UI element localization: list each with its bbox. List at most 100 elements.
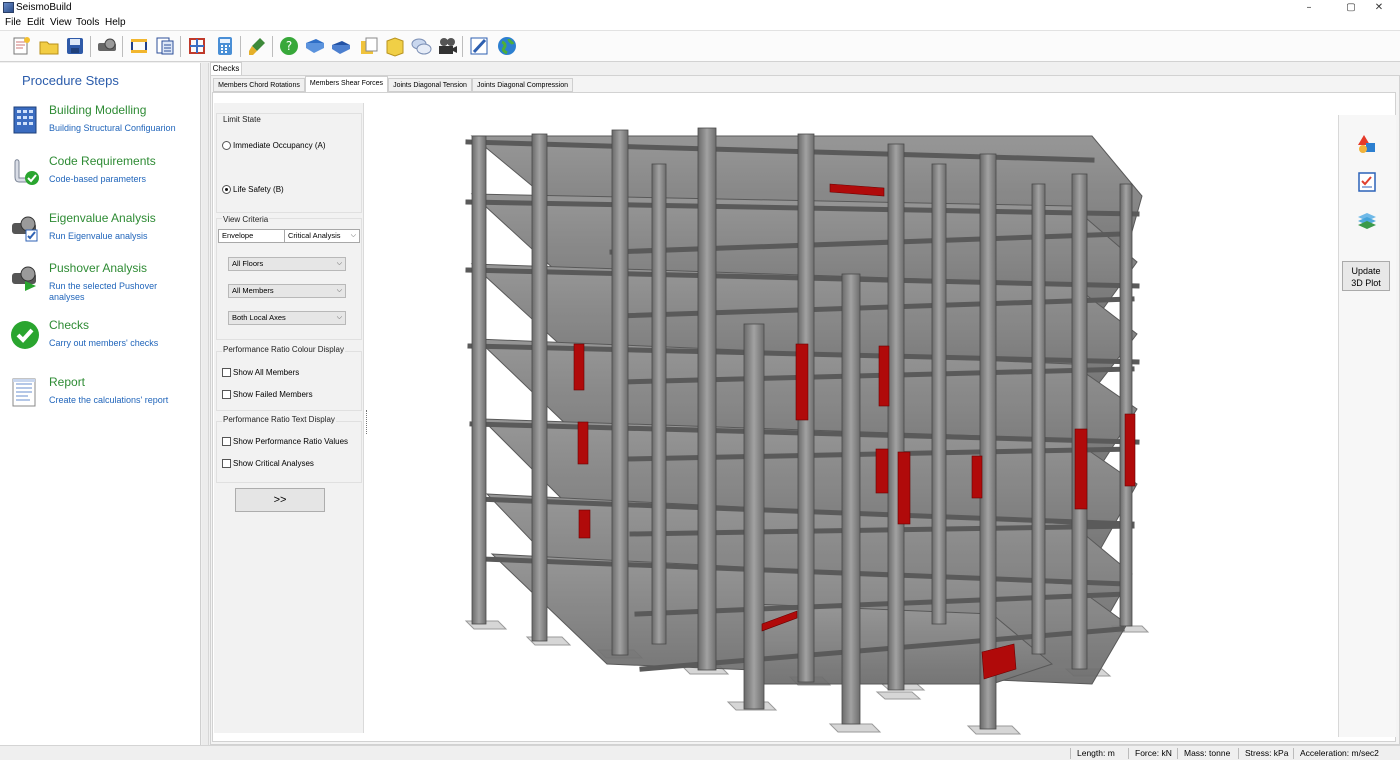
film-icon[interactable] — [436, 35, 458, 57]
analysis-select[interactable]: Critical Analysis ⌵ — [284, 229, 360, 243]
members-value: All Members — [232, 286, 274, 295]
tab-joints-diagonal-tension[interactable]: Joints Diagonal Tension — [388, 78, 472, 92]
step-code-requirements[interactable]: Code Requirements Code-based parameters — [0, 154, 200, 204]
step-subtitle[interactable]: Building Structural Configuarion — [49, 123, 189, 134]
tab-checks[interactable]: Checks — [210, 62, 242, 75]
edit-icon[interactable] — [468, 35, 490, 57]
import-icon[interactable] — [154, 35, 176, 57]
checkbox-show-ratio-values[interactable]: Show Performance Ratio Values — [222, 437, 348, 446]
settings-icon[interactable] — [96, 35, 118, 57]
checkbox-show-critical-analyses[interactable]: Show Critical Analyses — [222, 459, 314, 468]
toolbar-separator — [122, 36, 123, 57]
axes-select[interactable]: Both Local Axes ⌵ — [228, 311, 346, 325]
panel-splitter-handle[interactable] — [366, 410, 369, 434]
step-title: Code Requirements — [49, 154, 156, 168]
checkbox[interactable] — [222, 390, 231, 399]
radio-label: Immediate Occupancy (A) — [233, 141, 326, 150]
step-report[interactable]: Report Create the calculations' report — [0, 375, 200, 425]
menu-edit[interactable]: Edit — [27, 17, 44, 28]
open-folder-icon[interactable] — [38, 35, 60, 57]
brush-icon[interactable] — [246, 35, 268, 57]
ratio-colour-label: Performance Ratio Colour Display — [222, 345, 345, 354]
status-separator — [1293, 748, 1294, 759]
chevron-down-icon: ⌵ — [350, 232, 356, 239]
toolbar-separator — [180, 36, 181, 57]
apply-button[interactable]: >> — [235, 488, 325, 512]
status-length: Length: m — [1077, 748, 1115, 758]
tab-members-chord-rotations[interactable]: Members Chord Rotations — [213, 78, 305, 92]
chat-icon[interactable] — [410, 35, 432, 57]
window-title: SeismoBuild — [16, 2, 72, 13]
status-separator — [1070, 748, 1071, 759]
step-title: Eigenvalue Analysis — [49, 211, 156, 225]
save-icon[interactable] — [64, 35, 86, 57]
step-subtitle[interactable]: Run Eigenvalue analysis — [49, 231, 189, 242]
help-icon[interactable]: ? — [278, 35, 300, 57]
3d-plot-label: 3D Plot — [1351, 278, 1381, 288]
view-criteria-label: View Criteria — [222, 215, 270, 224]
building-icon — [10, 105, 40, 135]
tab-joints-diagonal-compression[interactable]: Joints Diagonal Compression — [472, 78, 573, 92]
limit-state-label: Limit State — [222, 115, 262, 124]
step-title: Building Modelling — [49, 103, 147, 117]
3d-plot-viewport[interactable] — [372, 124, 1336, 736]
plot-tools-panel: Update 3D Plot — [1338, 115, 1396, 737]
floors-select[interactable]: All Floors ⌵ — [228, 257, 346, 271]
checkbox-label: Show All Members — [233, 368, 300, 377]
manual-icon[interactable] — [304, 35, 326, 57]
checkbox[interactable] — [222, 459, 231, 468]
building-icon[interactable] — [128, 35, 150, 57]
title-bar: SeismoBuild – ▢ ✕ — [0, 0, 1400, 16]
checkbox-label: Show Failed Members — [233, 390, 313, 399]
update-3d-plot-button[interactable]: Update 3D Plot — [1342, 261, 1390, 291]
fence-icon[interactable] — [186, 35, 208, 57]
step-subtitle[interactable]: Carry out members' checks — [49, 338, 189, 349]
checklist-icon[interactable] — [1356, 171, 1378, 193]
sidebar-splitter[interactable] — [202, 63, 209, 745]
checkbox-show-failed-members[interactable]: Show Failed Members — [222, 390, 313, 399]
toolbar-separator — [240, 36, 241, 57]
pushover-analysis-icon — [10, 263, 40, 293]
status-separator — [1238, 748, 1239, 759]
folder-icon[interactable] — [384, 35, 406, 57]
procedure-steps-panel: Procedure Steps Building Modelling Build… — [0, 63, 201, 745]
radio-life-safety[interactable]: Life Safety (B) — [222, 185, 284, 194]
layers-icon[interactable] — [1356, 209, 1378, 231]
new-project-icon[interactable] — [10, 35, 32, 57]
chevron-down-icon: ⌵ — [336, 260, 342, 267]
ratio-text-group — [216, 421, 362, 483]
menu-tools[interactable]: Tools — [76, 17, 99, 28]
radio-button[interactable] — [222, 141, 231, 150]
menu-file[interactable]: File — [5, 17, 21, 28]
step-checks[interactable]: Checks Carry out members' checks — [0, 318, 200, 368]
menu-help[interactable]: Help — [105, 17, 126, 28]
step-building-modelling[interactable]: Building Modelling Building Structural C… — [0, 103, 200, 153]
step-subtitle[interactable]: Create the calculations' report — [49, 395, 189, 406]
step-eigenvalue-analysis[interactable]: Eigenvalue Analysis Run Eigenvalue analy… — [0, 211, 200, 261]
envelope-select[interactable]: Envelope — [218, 229, 285, 243]
notes-icon[interactable] — [358, 35, 380, 57]
close-icon[interactable]: ✕ — [1356, 0, 1400, 16]
chevron-down-icon: ⌵ — [336, 287, 342, 294]
shapes-icon[interactable] — [1356, 133, 1378, 155]
checkbox-show-all-members[interactable]: Show All Members — [222, 368, 299, 377]
radio-button-selected[interactable] — [222, 185, 231, 194]
checkbox[interactable] — [222, 437, 231, 446]
globe-icon[interactable] — [496, 35, 518, 57]
checkbox-label: Show Performance Ratio Values — [233, 437, 349, 446]
status-mass: Mass: tonne — [1184, 748, 1231, 758]
step-pushover-analysis[interactable]: Pushover Analysis Run the selected Pusho… — [0, 261, 200, 311]
book-icon[interactable] — [330, 35, 352, 57]
calculator-icon[interactable] — [214, 35, 236, 57]
step-title: Checks — [49, 318, 90, 332]
toolbar-separator — [90, 36, 91, 57]
members-select[interactable]: All Members ⌵ — [228, 284, 346, 298]
toolbar-separator — [272, 36, 273, 57]
menu-view[interactable]: View — [50, 17, 72, 28]
step-subtitle[interactable]: Code-based parameters — [49, 174, 189, 185]
step-subtitle[interactable]: Run the selected Pushover analyses — [49, 281, 189, 303]
minimize-icon[interactable]: – — [1286, 0, 1332, 16]
tab-members-shear-forces[interactable]: Members Shear Forces — [305, 76, 388, 92]
radio-immediate-occupancy[interactable]: Immediate Occupancy (A) — [222, 141, 325, 150]
checkbox[interactable] — [222, 368, 231, 377]
